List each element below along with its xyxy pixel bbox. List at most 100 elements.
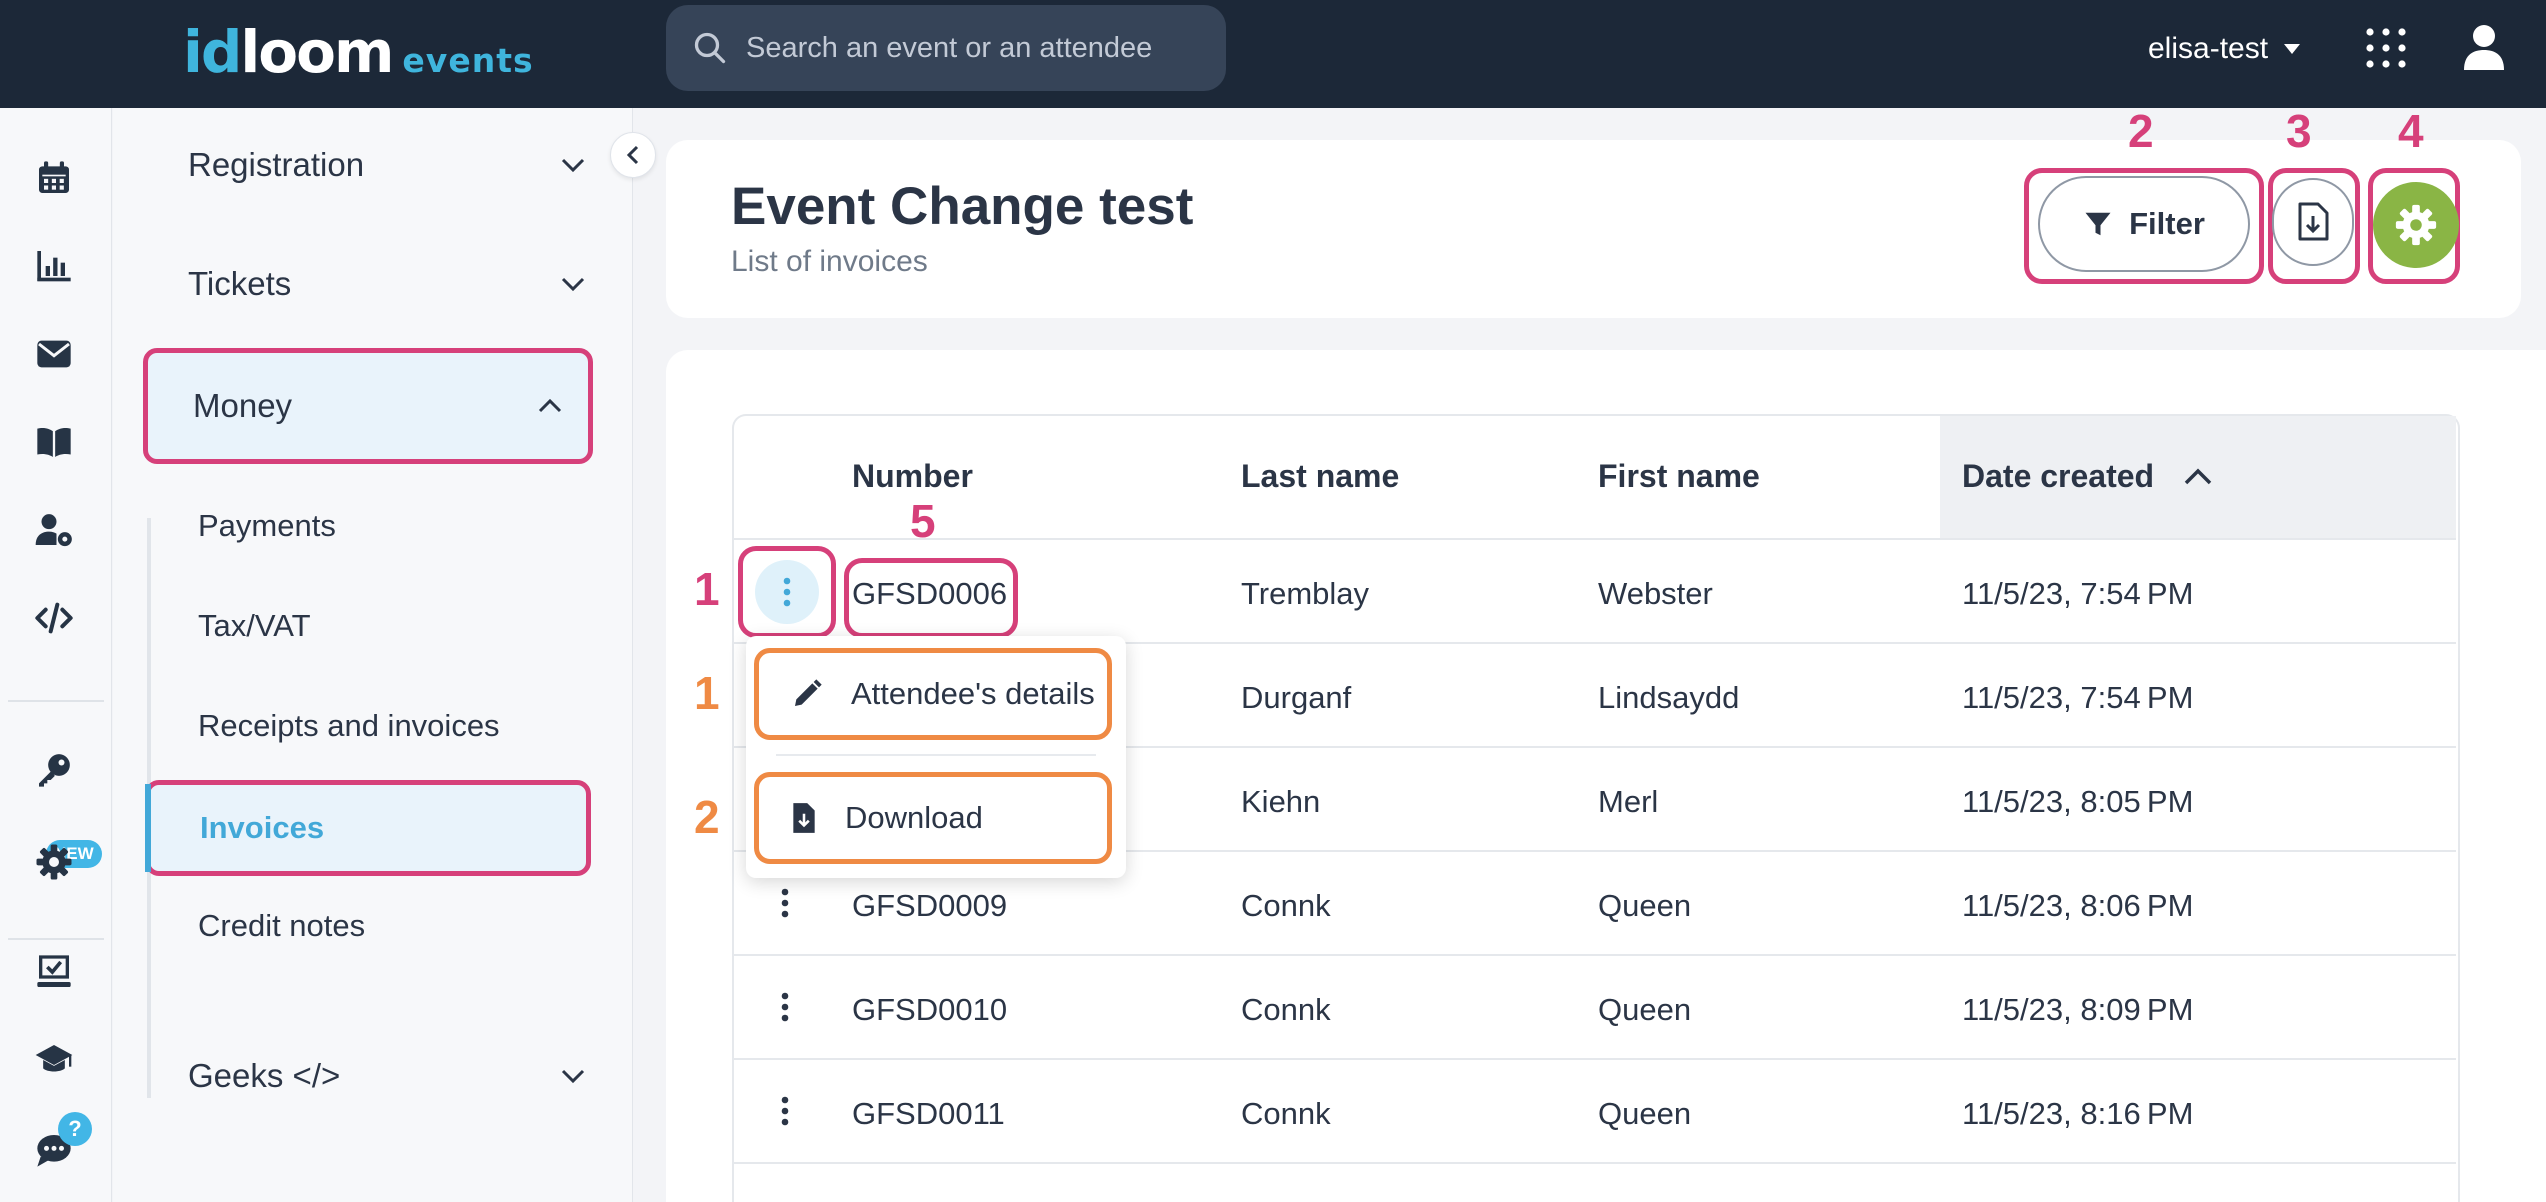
column-header-last-name[interactable]: Last name	[1241, 458, 1399, 495]
annotation-number: 1	[694, 667, 720, 719]
submenu-item-invoices[interactable]: Invoices	[145, 780, 591, 876]
search-bar[interactable]	[666, 5, 1226, 91]
menu-item-registration[interactable]: Registration	[188, 125, 598, 205]
submenu-item-tax-vat[interactable]: Tax/VAT	[198, 608, 311, 644]
submenu-item-receipts-invoices[interactable]: Receipts and invoices	[198, 708, 500, 744]
first-name-cell: Queen	[1598, 1096, 1692, 1131]
page-header-card: Event Change test List of invoices Filte…	[666, 140, 2521, 318]
graduation-cap-icon[interactable]	[32, 1038, 76, 1082]
row-actions-dropdown: Attendee's details Download	[746, 636, 1126, 878]
last-name-cell: Tremblay	[1241, 576, 1370, 611]
chevron-down-icon	[561, 277, 585, 292]
kebab-menu-icon	[781, 992, 789, 1022]
last-name-cell: Durganf	[1241, 680, 1352, 715]
kebab-menu-icon	[781, 1096, 789, 1126]
icon-rail: NEW ?	[0, 108, 112, 1202]
profile-icon[interactable]	[2462, 24, 2506, 70]
row-actions-button[interactable]	[742, 552, 832, 632]
column-header-label: Date created	[1962, 458, 2155, 494]
date-created-cell: 11/5/23, 7:54 PM	[1962, 680, 2194, 715]
menu-item-label: Geeks </>	[188, 1057, 341, 1094]
row-actions-button[interactable]	[765, 878, 805, 928]
invoice-number[interactable]: GFSD0010	[852, 992, 1007, 1028]
logo-loom-text: loom	[240, 18, 394, 86]
collapse-sidebar-button[interactable]	[610, 132, 656, 178]
submenu-item-label: Invoices	[200, 810, 325, 845]
chevron-left-icon	[626, 145, 639, 165]
settings-button[interactable]	[2373, 182, 2459, 268]
menu-item-label: Money	[193, 387, 293, 424]
apps-grid-icon[interactable]	[2364, 26, 2408, 70]
mail-icon[interactable]	[32, 332, 76, 376]
filter-button[interactable]: Filter	[2038, 176, 2250, 272]
last-name-cell: Connk	[1241, 1096, 1331, 1131]
logo-id-text: id	[183, 18, 242, 86]
page-subtitle: List of invoices	[731, 245, 928, 278]
first-name-cell: Merl	[1598, 784, 1659, 819]
chevron-down-icon	[561, 158, 585, 173]
gear-icon	[2395, 204, 2437, 246]
submenu-item-credit-notes[interactable]: Credit notes	[198, 908, 365, 944]
column-header-number[interactable]: Number	[852, 458, 973, 495]
search-input[interactable]	[746, 31, 1206, 65]
row-actions-button[interactable]	[765, 982, 805, 1032]
active-indicator	[145, 784, 151, 872]
file-download-icon	[793, 803, 815, 833]
chevron-down-icon	[561, 1069, 585, 1084]
submenu-item-payments[interactable]: Payments	[198, 508, 336, 544]
first-name-cell: Queen	[1598, 992, 1692, 1027]
row-divider	[734, 538, 2456, 540]
help-badge: ?	[58, 1112, 92, 1146]
row-divider	[734, 1058, 2456, 1060]
menu-item-label: Registration	[188, 146, 365, 183]
date-created-cell: 11/5/23, 8:09 PM	[1962, 992, 2194, 1027]
attendee-details-menu-item[interactable]: Attendee's details	[754, 648, 1112, 740]
date-created-cell: 11/5/23, 7:54 PM	[1962, 576, 2194, 611]
last-name-cell: Connk	[1241, 992, 1331, 1027]
book-icon[interactable]	[32, 420, 76, 464]
annotation-number: 5	[910, 495, 936, 547]
menu-item-label: Attendee's details	[851, 676, 1095, 711]
invoice-number[interactable]: GFSD0009	[852, 888, 1007, 924]
statistics-icon[interactable]	[32, 244, 76, 288]
column-header-date-created[interactable]: Date created	[1962, 458, 2213, 495]
filter-label: Filter	[2129, 206, 2205, 241]
annotation-number: 4	[2398, 105, 2424, 157]
key-icon[interactable]	[32, 748, 76, 792]
invoice-number[interactable]: GFSD0011	[852, 1096, 1005, 1132]
invoice-number[interactable]: GFSD0006	[852, 576, 1007, 612]
menu-item-geeks[interactable]: Geeks </>	[188, 1036, 598, 1116]
code-icon[interactable]	[32, 596, 76, 640]
user-menu[interactable]: elisa-test	[2148, 28, 2302, 70]
caret-down-icon	[2284, 44, 2301, 54]
menu-item-label: Download	[845, 800, 983, 835]
last-name-cell: Kiehn	[1241, 784, 1321, 819]
menu-item-tickets[interactable]: Tickets	[188, 244, 598, 324]
date-created-cell: 11/5/23, 8:06 PM	[1962, 888, 2194, 923]
file-download-icon	[2298, 202, 2329, 241]
rail-divider	[8, 938, 104, 940]
sort-ascending-icon	[2184, 468, 2212, 485]
calendar-icon[interactable]	[32, 156, 76, 200]
search-icon	[694, 32, 726, 64]
row-actions-button-bg	[755, 560, 819, 624]
menu-item-money[interactable]: Money	[143, 348, 593, 464]
user-name: elisa-test	[2148, 32, 2269, 65]
funnel-icon	[2085, 212, 2111, 236]
date-created-cell: 11/5/23, 8:16 PM	[1962, 1096, 2194, 1131]
checklist-icon[interactable]	[32, 950, 76, 994]
logo-events-text: events	[402, 41, 534, 80]
top-bar: id loom events elisa-test	[0, 0, 2546, 108]
first-name-cell: Lindsaydd	[1598, 680, 1740, 715]
gear-icon[interactable]	[32, 840, 76, 884]
row-actions-button[interactable]	[765, 1086, 805, 1136]
row-divider	[734, 1162, 2456, 1164]
user-settings-icon[interactable]	[32, 508, 76, 552]
column-header-first-name[interactable]: First name	[1598, 458, 1760, 495]
annotation-number: 3	[2286, 105, 2312, 157]
download-menu-item[interactable]: Download	[754, 772, 1112, 864]
idloom-logo[interactable]: id loom events	[183, 18, 534, 88]
kebab-menu-icon	[781, 888, 789, 918]
export-button[interactable]	[2272, 178, 2354, 266]
first-name-cell: Webster	[1598, 576, 1713, 611]
